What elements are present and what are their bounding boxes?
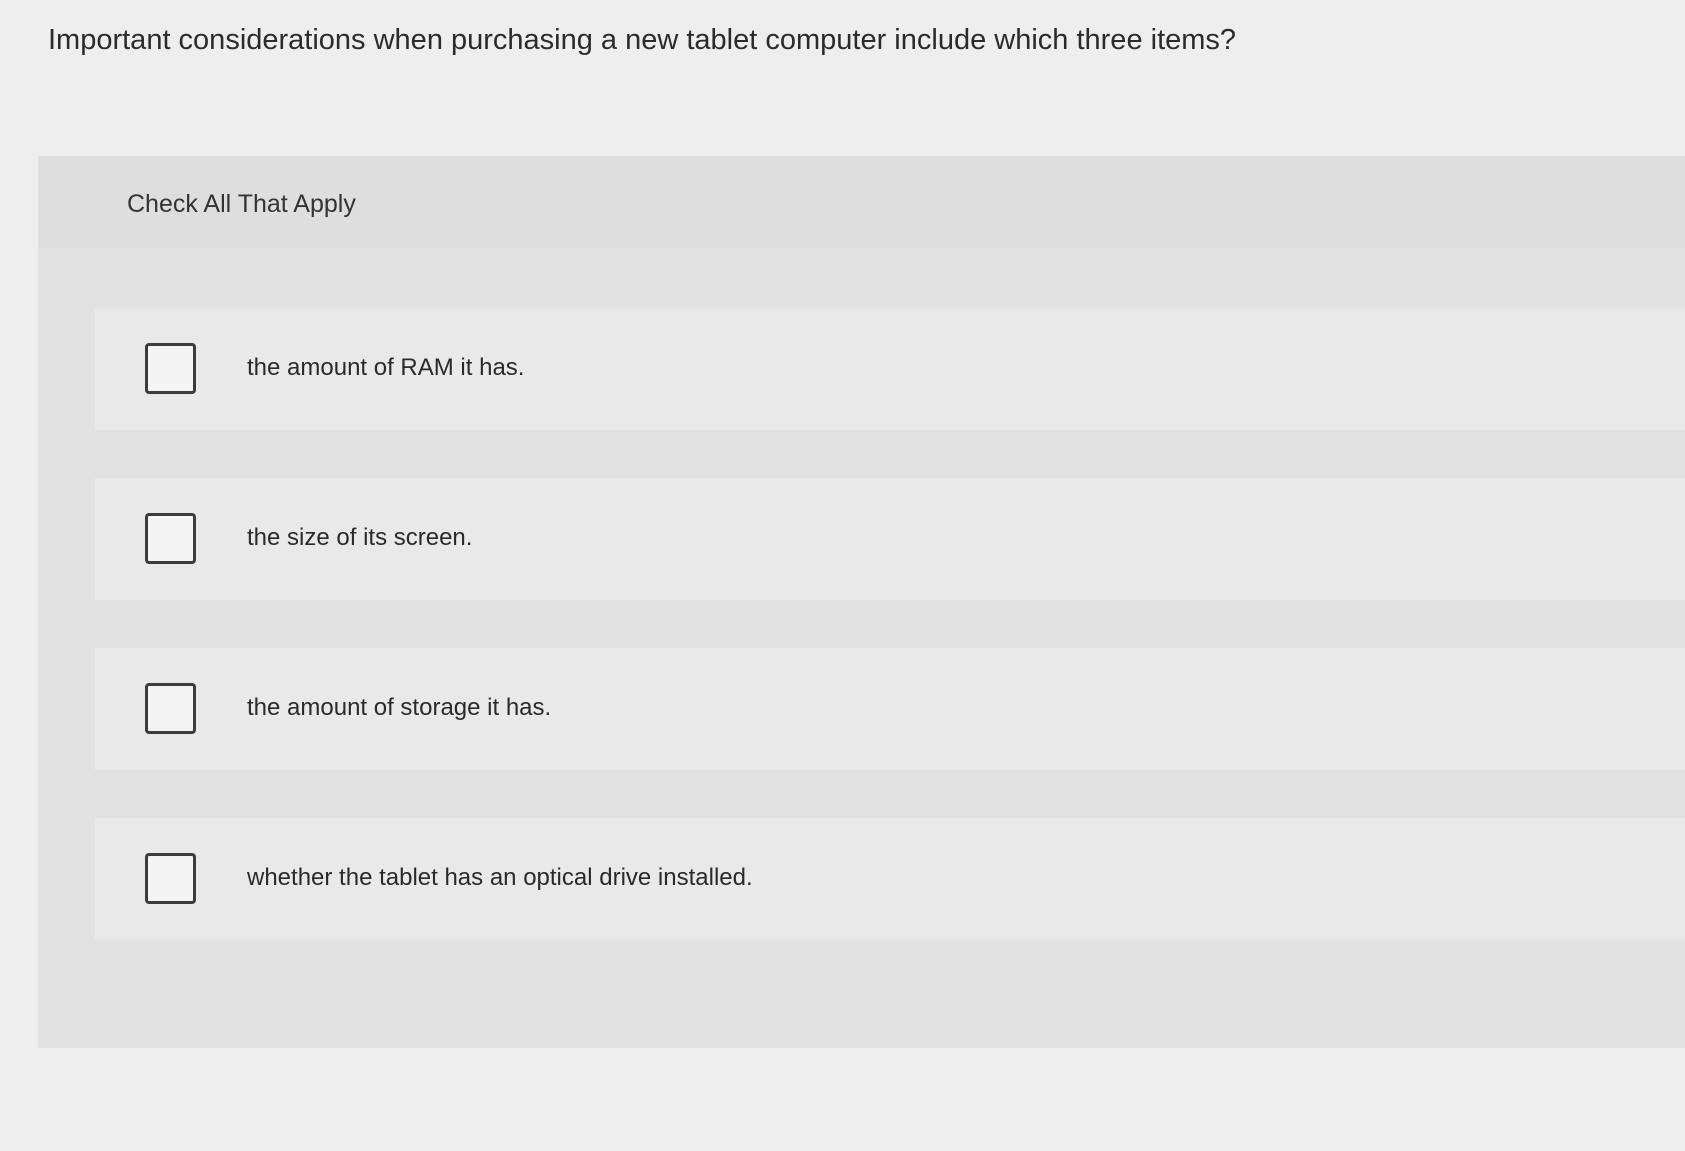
checkbox-ram[interactable] bbox=[145, 343, 196, 394]
checkbox-optical-drive[interactable] bbox=[145, 853, 196, 904]
answer-panel: Check All That Apply the amount of RAM i… bbox=[38, 156, 1685, 1048]
panel-header: Check All That Apply bbox=[38, 156, 1685, 248]
instruction-text: Check All That Apply bbox=[127, 190, 356, 218]
question-text: Important considerations when purchasing… bbox=[48, 24, 1237, 56]
option-screen-size[interactable]: the size of its screen. bbox=[95, 478, 1685, 600]
option-optical-drive[interactable]: whether the tablet has an optical drive … bbox=[95, 818, 1685, 940]
checkbox-screen-size[interactable] bbox=[145, 513, 196, 564]
option-label-ram: the amount of RAM it has. bbox=[247, 354, 525, 381]
option-label-storage: the amount of storage it has. bbox=[247, 694, 552, 721]
option-storage[interactable]: the amount of storage it has. bbox=[95, 648, 1685, 770]
option-ram[interactable]: the amount of RAM it has. bbox=[95, 308, 1685, 430]
checkbox-storage[interactable] bbox=[145, 683, 196, 734]
option-label-screen-size: the size of its screen. bbox=[247, 524, 473, 551]
option-label-optical-drive: whether the tablet has an optical drive … bbox=[247, 864, 753, 891]
